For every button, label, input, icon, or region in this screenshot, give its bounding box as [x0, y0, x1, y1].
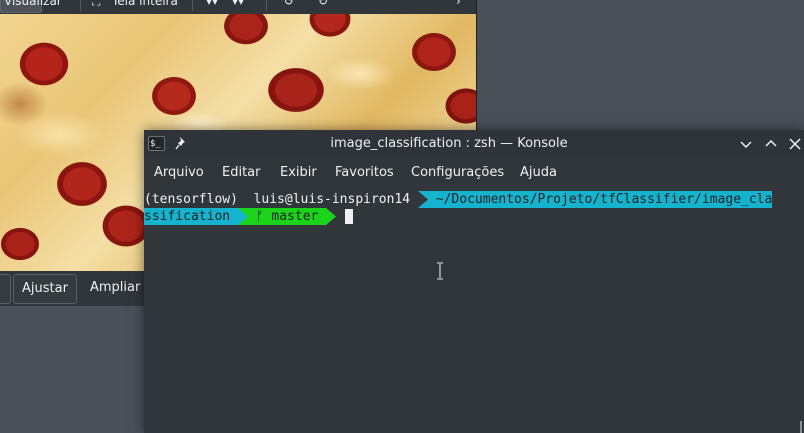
prompt-path-segment: ssification [144, 208, 238, 225]
menu-editar[interactable]: Editar [222, 160, 261, 186]
fullscreen-button[interactable]: Tela inteira [112, 0, 178, 11]
zoom-dropdown-icon[interactable]: ▾▾ [206, 0, 218, 11]
prompt-user-host: luis@luis-inspiron14 [253, 192, 411, 207]
mouse-ibeam-cursor-icon [437, 262, 443, 280]
fullscreen-icon[interactable]: ⛶ [92, 0, 100, 11]
toolbar-divider [80, 0, 81, 11]
maximize-icon[interactable] [763, 136, 779, 152]
menu-favoritos[interactable]: Favoritos [335, 160, 394, 186]
titlebar[interactable]: $_ image_classification : zsh — Konsole [144, 130, 804, 158]
window-title: image_classification : zsh — Konsole [330, 136, 568, 151]
close-icon[interactable] [787, 136, 803, 152]
minimize-icon[interactable] [738, 136, 754, 152]
git-branch-name: master [271, 209, 319, 224]
konsole-window: $_ image_classification : zsh — Konsole … [144, 130, 804, 433]
menu-ajuda[interactable]: Ajuda [520, 160, 557, 186]
prompt-line-2: ssification ᚠ master [144, 208, 337, 225]
rotate-left-icon[interactable]: ↺ [284, 0, 294, 11]
prompt-path-segment: ~/Documentos/Projeto/tfClassifier/image_… [417, 191, 773, 208]
prompt-git-segment: ᚠ master [237, 208, 327, 225]
toolbar-divider [192, 0, 193, 11]
terminal-area[interactable]: (tensorflow) luis@luis-inspiron14 ~/Docu… [144, 188, 804, 433]
menu-arquivo[interactable]: Arquivo [154, 160, 204, 186]
prompt-env: (tensorflow) [144, 192, 238, 207]
menubar: Arquivo Editar Exibir Favoritos Configur… [144, 160, 804, 186]
zoom-dropdown-icon[interactable]: ▾▾ [232, 0, 244, 11]
more-chevron-icon[interactable]: › [456, 0, 461, 11]
powerline-arrow-icon [326, 208, 337, 225]
text-cursor [345, 209, 353, 224]
visualize-label: Visualizar [4, 0, 62, 8]
rotate-right-icon[interactable]: ↻ [318, 0, 328, 11]
git-branch-icon: ᚠ [255, 209, 264, 224]
scrollbar[interactable] [800, 421, 802, 433]
menu-configuracoes[interactable]: Configurações [411, 160, 504, 186]
fit-button[interactable]: Ajustar [13, 274, 77, 304]
powerline-arrow-icon [417, 191, 428, 208]
viewer-toolbar: Visualizar ⛶ Tela inteira ▾▾ ▾▾ ↺ ↻ › [0, 0, 476, 13]
menu-exibir[interactable]: Exibir [280, 160, 317, 186]
bottombar-button[interactable] [0, 274, 11, 304]
powerline-arrow-icon [237, 208, 248, 225]
prompt-path-continued: ssification [144, 209, 231, 224]
toolbar-divider [266, 0, 267, 11]
prompt-path: ~/Documentos/Projeto/tfClassifier/image_… [435, 192, 773, 207]
prompt-line-1: (tensorflow) luis@luis-inspiron14 ~/Docu… [144, 191, 773, 208]
